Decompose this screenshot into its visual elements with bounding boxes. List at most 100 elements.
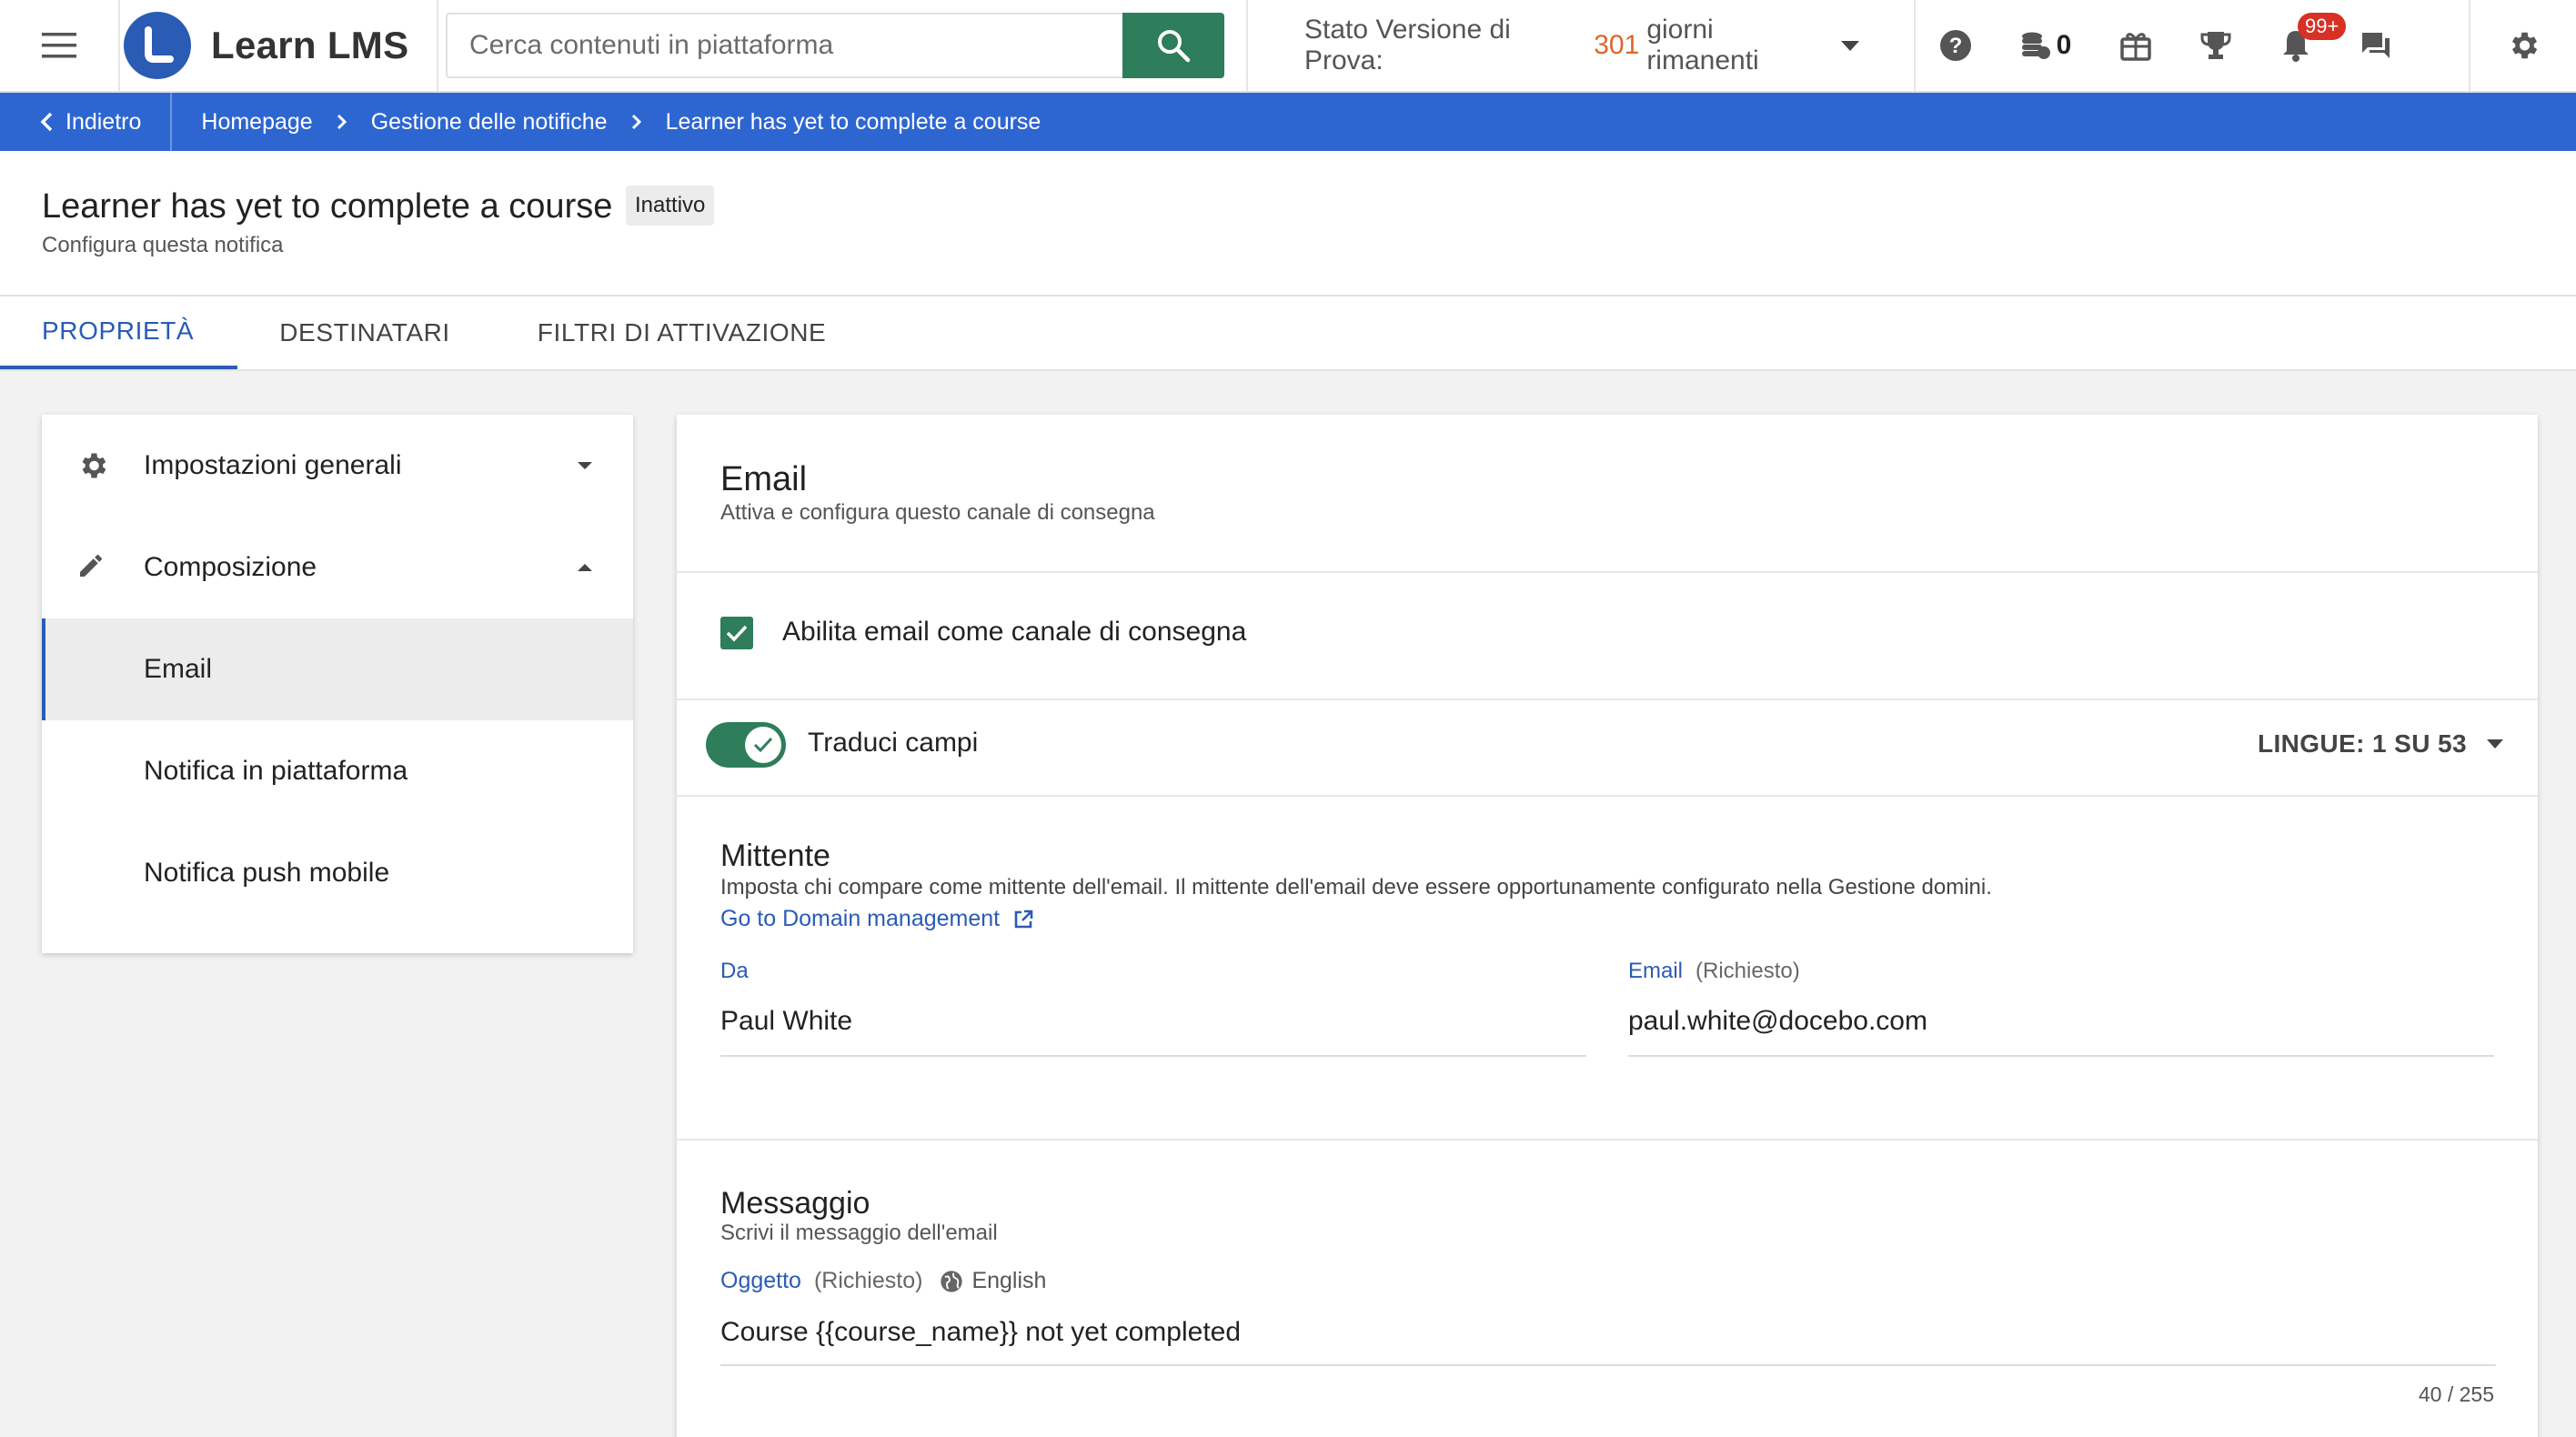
translate-fields-label: Traduci campi xyxy=(808,728,979,758)
notifications-button[interactable]: 99+ xyxy=(2256,0,2347,91)
sidebar-item-label: Composizione xyxy=(144,552,317,582)
chevron-right-icon xyxy=(631,114,641,130)
admin-settings-button[interactable] xyxy=(2469,0,2576,91)
search-icon xyxy=(1158,30,1191,63)
messages-button[interactable] xyxy=(2336,0,2416,91)
character-counter: 40 / 255 xyxy=(2418,1382,2494,1406)
logo-mark-icon xyxy=(124,12,191,79)
tab-properties[interactable]: PROPRIETÀ xyxy=(0,296,238,369)
message-subtitle: Scrivi il messaggio dell'email xyxy=(720,1221,998,1245)
sidebar-item-platform-notification[interactable]: Notifica in piattaforma xyxy=(42,720,633,822)
sidebar-item-email[interactable]: Email xyxy=(42,618,633,720)
page-title: Learner has yet to complete a course xyxy=(42,187,613,226)
email-field[interactable]: paul.white@docebo.com xyxy=(1628,1006,1927,1037)
sidebar-item-label: Notifica in piattaforma xyxy=(144,756,408,786)
email-section-subtitle: Attiva e configura questo canale di cons… xyxy=(720,500,1155,525)
languages-dropdown[interactable]: LINGUE: 1 SU 53 xyxy=(2258,729,2503,759)
email-label: Email (Richiesto) xyxy=(1628,959,1800,984)
breadcrumb-notifications[interactable]: Gestione delle notifiche xyxy=(371,109,608,136)
sidebar-item-label: Email xyxy=(144,654,213,684)
languages-label: LINGUE: 1 SU 53 xyxy=(2257,729,2467,758)
gift-icon xyxy=(2120,33,2151,61)
breadcrumb-bar: Indietro Homepage Gestione delle notific… xyxy=(0,93,2576,151)
top-icons: ? 0 99+ xyxy=(1916,0,2416,91)
tab-bar: PROPRIETÀ DESTINATARI FILTRI DI ATTIVAZI… xyxy=(0,296,2576,371)
app-logo[interactable]: Learn LMS xyxy=(120,0,438,91)
from-field-underline xyxy=(720,1055,1586,1057)
gear-icon xyxy=(2511,32,2538,59)
search-bar xyxy=(438,0,1224,91)
checkmark-icon xyxy=(753,737,773,753)
chevron-right-icon xyxy=(337,114,347,130)
status-badge: Inattivo xyxy=(626,186,715,226)
caret-down-icon xyxy=(578,462,592,469)
trial-days: 301 xyxy=(1594,30,1640,60)
external-link-icon xyxy=(1014,909,1033,928)
breadcrumb-current: Learner has yet to complete a course xyxy=(665,108,1041,135)
subject-label: Oggetto xyxy=(720,1268,801,1293)
email-label-text: Email xyxy=(1628,959,1684,983)
subject-field-underline xyxy=(720,1364,2496,1366)
search-input[interactable] xyxy=(446,13,1122,78)
email-settings-card: Email Attiva e configura questo canale d… xyxy=(677,415,2538,1437)
app-name: Learn LMS xyxy=(211,24,409,66)
gear-icon xyxy=(82,453,106,478)
message-title: Messaggio xyxy=(720,1186,870,1221)
svg-text:?: ? xyxy=(1949,34,1963,58)
hamburger-icon xyxy=(42,33,76,58)
back-button[interactable]: Indietro xyxy=(0,93,173,151)
enable-email-label: Abilita email come canale di consegna xyxy=(782,617,1247,647)
rewards-button[interactable] xyxy=(2096,0,2176,91)
sender-title: Mittente xyxy=(720,839,830,873)
email-header-section xyxy=(677,415,2538,573)
coins-button[interactable]: 0 xyxy=(1996,0,2096,91)
trial-suffix: giorni rimanenti xyxy=(1646,15,1759,75)
email-field-underline xyxy=(1628,1055,2494,1057)
help-icon: ? xyxy=(1940,30,1971,61)
globe-icon xyxy=(939,1269,964,1294)
tab-recipients[interactable]: DESTINATARI xyxy=(237,296,494,369)
required-label: (Richiesto) xyxy=(1696,959,1800,983)
help-button[interactable]: ? xyxy=(1916,0,1996,91)
search-button[interactable] xyxy=(1122,13,1224,78)
required-label: (Richiesto) xyxy=(813,1268,923,1293)
achievements-button[interactable] xyxy=(2176,0,2256,91)
sidebar-item-composition[interactable]: Composizione xyxy=(42,517,633,618)
side-menu: Impostazioni generali Composizione Email… xyxy=(42,415,633,953)
from-field[interactable]: Paul White xyxy=(720,1006,852,1037)
back-label: Indietro xyxy=(65,108,142,135)
subject-field[interactable]: Course {{course_name}} not yet completed xyxy=(720,1317,1241,1348)
domain-management-link[interactable]: Go to Domain management xyxy=(720,906,1034,932)
caret-down-icon xyxy=(2487,739,2503,749)
sidebar-item-label: Notifica push mobile xyxy=(144,858,390,888)
caret-up-icon xyxy=(578,564,592,571)
sidebar-item-label: Impostazioni generali xyxy=(144,450,402,480)
translate-fields-toggle[interactable] xyxy=(706,722,786,768)
breadcrumb: Homepage Gestione delle notifiche Learne… xyxy=(172,109,1041,136)
sender-description: Imposta chi compare come mittente dell'e… xyxy=(720,875,1992,899)
trial-prefix: Stato Versione di Prova: xyxy=(1304,15,1511,75)
coins-count: 0 xyxy=(2056,30,2072,60)
checkmark-icon xyxy=(726,625,748,642)
trophy-icon xyxy=(2200,32,2231,59)
top-bar: Learn LMS Stato Versione di Prova: 301 g… xyxy=(0,0,2576,93)
sender-section xyxy=(677,797,2538,1141)
sidebar-item-general-settings[interactable]: Impostazioni generali xyxy=(42,415,633,517)
from-label: Da xyxy=(720,959,749,983)
breadcrumb-homepage[interactable]: Homepage xyxy=(201,109,312,136)
pencil-icon xyxy=(80,554,102,577)
hamburger-menu-button[interactable] xyxy=(0,0,120,91)
enable-email-checkbox[interactable] xyxy=(720,617,753,649)
chevron-left-icon xyxy=(40,112,53,132)
toggle-knob xyxy=(745,727,781,763)
caret-down-icon xyxy=(1841,40,1859,51)
page-header: Learner has yet to complete a course Ina… xyxy=(0,151,2576,296)
chat-icon xyxy=(2362,33,2390,58)
trial-status-dropdown[interactable]: Stato Versione di Prova: 301 giorni rima… xyxy=(1246,0,1916,91)
domain-link-label: Go to Domain management xyxy=(720,906,1001,931)
coins-icon xyxy=(2021,32,2050,59)
sidebar-item-mobile-push[interactable]: Notifica push mobile xyxy=(42,822,633,924)
email-section-title: Email xyxy=(720,460,808,498)
page-subtitle: Configura questa notifica xyxy=(42,233,284,257)
tab-activation-filters[interactable]: FILTRI DI ATTIVAZIONE xyxy=(494,296,870,369)
